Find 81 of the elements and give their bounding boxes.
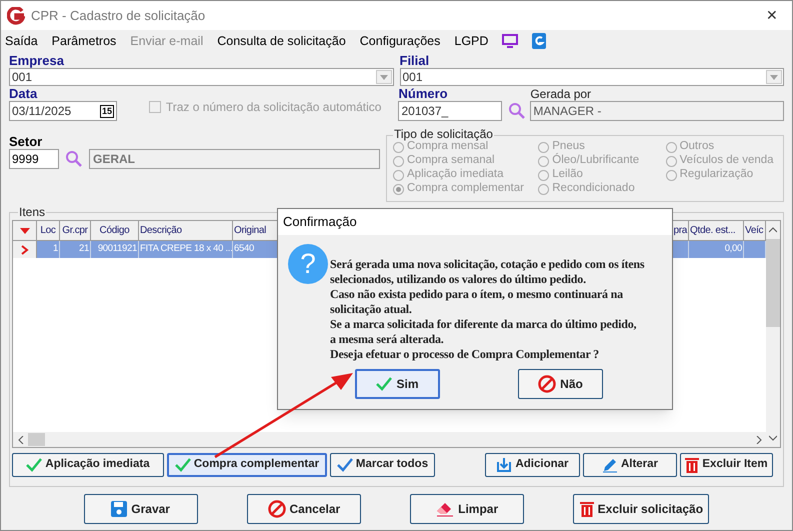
- dialog-message: a mesma será alterada.: [330, 332, 445, 347]
- dialog-message: solicitação atual.: [330, 302, 413, 317]
- combo-box[interactable]: 001: [400, 68, 784, 86]
- dialog-message: Será gerada uma nova solicitação, cotação e pedido com os ítens: [330, 257, 644, 272]
- dropdown-button[interactable]: [376, 70, 392, 84]
- column-header[interactable]: Gr.cpr: [60, 221, 91, 241]
- field-label: Empresa: [9, 54, 65, 68]
- monitor-icon[interactable]: [502, 34, 518, 48]
- field-label: Número: [398, 87, 449, 101]
- dialog-button[interactable]: Não: [518, 369, 603, 399]
- action-button[interactable]: Gravar: [84, 494, 198, 524]
- action-button[interactable]: Compra complementar: [167, 453, 327, 477]
- eraser-icon: [436, 501, 454, 517]
- dialog-title: Confirmação: [283, 213, 357, 232]
- table-cell: 0,00: [689, 241, 744, 258]
- action-button[interactable]: Adicionar: [485, 453, 580, 477]
- table-cell: FITA CREPE 18 x 40 ...: [139, 241, 233, 258]
- pencil-icon: [602, 457, 618, 473]
- search-icon[interactable]: [65, 150, 83, 168]
- action-button[interactable]: Limpar: [410, 494, 524, 524]
- menu-item[interactable]: LGPD: [454, 32, 488, 50]
- trash-icon: [580, 501, 594, 517]
- logo-icon[interactable]: [532, 33, 546, 49]
- question-icon: ?: [288, 244, 328, 284]
- dialog-message: selecionados, utilizando os valores do último pedido.: [330, 272, 587, 287]
- calendar-button[interactable]: 15: [100, 104, 114, 118]
- column-header[interactable]: Código: [91, 221, 139, 241]
- column-header[interactable]: Loc: [37, 221, 60, 241]
- table-cell: 1: [37, 241, 60, 258]
- action-button[interactable]: Excluir solicitação: [573, 494, 710, 524]
- scrollbar-thumb[interactable]: [766, 239, 780, 327]
- dialog-message: Caso não exista pedido para o ítem, o mesmo continuará na: [330, 287, 624, 302]
- action-button[interactable]: Marcar todos: [330, 453, 435, 477]
- dialog-button[interactable]: Sim: [355, 369, 440, 399]
- menu-item[interactable]: Consulta de solicitação: [217, 32, 346, 50]
- menu-item[interactable]: Saída: [5, 32, 38, 50]
- checkbox-label: Traz o número da solicitação automático: [166, 99, 382, 116]
- close-button[interactable]: ✕: [752, 1, 792, 30]
- number-field[interactable]: 201037_: [398, 101, 502, 121]
- scrollbar-thumb[interactable]: [28, 433, 45, 446]
- check-icon: [174, 458, 191, 472]
- search-icon[interactable]: [508, 102, 526, 120]
- action-button[interactable]: Alterar: [583, 453, 677, 477]
- action-button[interactable]: Excluir Item: [680, 453, 773, 477]
- trash-icon: [685, 457, 700, 473]
- prohibited-icon: [538, 375, 556, 393]
- dropdown-arrow-icon: [380, 74, 388, 80]
- row-pointer-icon: [20, 244, 28, 254]
- sector-name-field[interactable]: GERAL: [89, 149, 380, 169]
- dialog-message: Deseja efetuar o processo de Compra Complementar ?: [330, 347, 600, 362]
- prohibited-icon: [268, 500, 286, 518]
- menu-item[interactable]: Parâmetros: [52, 32, 116, 50]
- column-header[interactable]: Qtde. est...: [689, 221, 744, 241]
- check-icon: [336, 458, 353, 472]
- field-label: Gerada por: [530, 87, 592, 101]
- window-title: CPR - Cadastro de solicitação: [31, 6, 206, 25]
- column-header[interactable]: Veíc: [744, 221, 766, 241]
- download-icon: [496, 457, 512, 473]
- dialog-message: Se a marca solicitada for diferente da marca do último pedido,: [330, 317, 638, 332]
- table-cell: 21: [60, 241, 91, 258]
- field-label: Data: [9, 87, 38, 101]
- group-title: Itens: [18, 205, 46, 219]
- check-icon: [26, 458, 42, 472]
- sector-code-field[interactable]: 9999: [9, 149, 59, 169]
- check-icon: [376, 377, 392, 391]
- date-field[interactable]: 03/11/2025 15: [9, 101, 117, 121]
- sort-header[interactable]: [13, 221, 37, 241]
- action-button[interactable]: Cancelar: [246, 494, 361, 524]
- table-cell: 90011921: [91, 241, 139, 258]
- dropdown-button[interactable]: [766, 70, 782, 84]
- column-header[interactable]: Descrição: [139, 221, 233, 241]
- dropdown-arrow-icon: [770, 74, 778, 80]
- logo-icon: [7, 6, 25, 24]
- group-title: Tipo de solicitação: [393, 127, 494, 141]
- action-button[interactable]: Aplicação imediata: [12, 453, 164, 477]
- field-label: Filial: [400, 54, 430, 68]
- text-field[interactable]: MANAGER -: [530, 101, 784, 121]
- menu-item[interactable]: Configurações: [360, 32, 440, 50]
- field-label: Setor: [9, 135, 44, 149]
- combo-box[interactable]: 001: [9, 68, 394, 86]
- down-triangle-icon: [20, 228, 30, 234]
